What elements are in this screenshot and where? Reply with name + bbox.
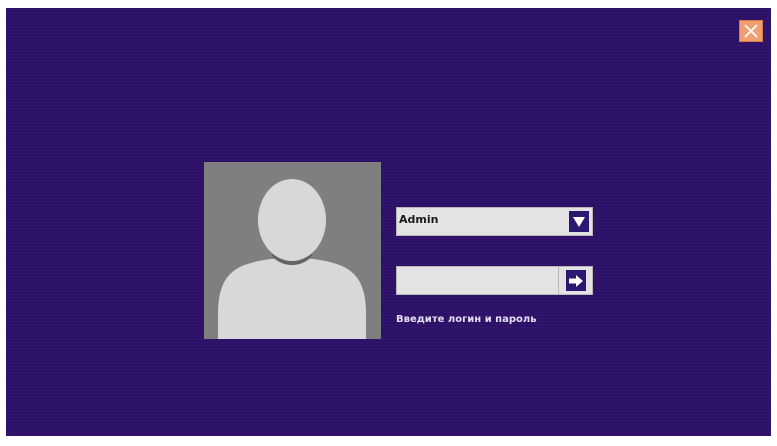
username-select[interactable]: Admin: [396, 207, 593, 236]
dropdown-button[interactable]: [569, 211, 589, 232]
user-avatar: [204, 162, 381, 339]
username-value: Admin: [399, 213, 439, 226]
login-hint: Введите логин и пароль: [396, 314, 537, 325]
submit-button[interactable]: [559, 266, 593, 295]
user-silhouette-icon: [218, 179, 366, 339]
close-button[interactable]: [739, 20, 763, 42]
password-input[interactable]: [396, 266, 559, 295]
triangle-down-icon: [573, 216, 585, 227]
close-icon: [744, 24, 758, 38]
submit-icon-box: [565, 270, 586, 291]
login-screen: Admin Введите логин и пароль: [6, 8, 771, 436]
arrow-right-icon: [568, 274, 583, 287]
